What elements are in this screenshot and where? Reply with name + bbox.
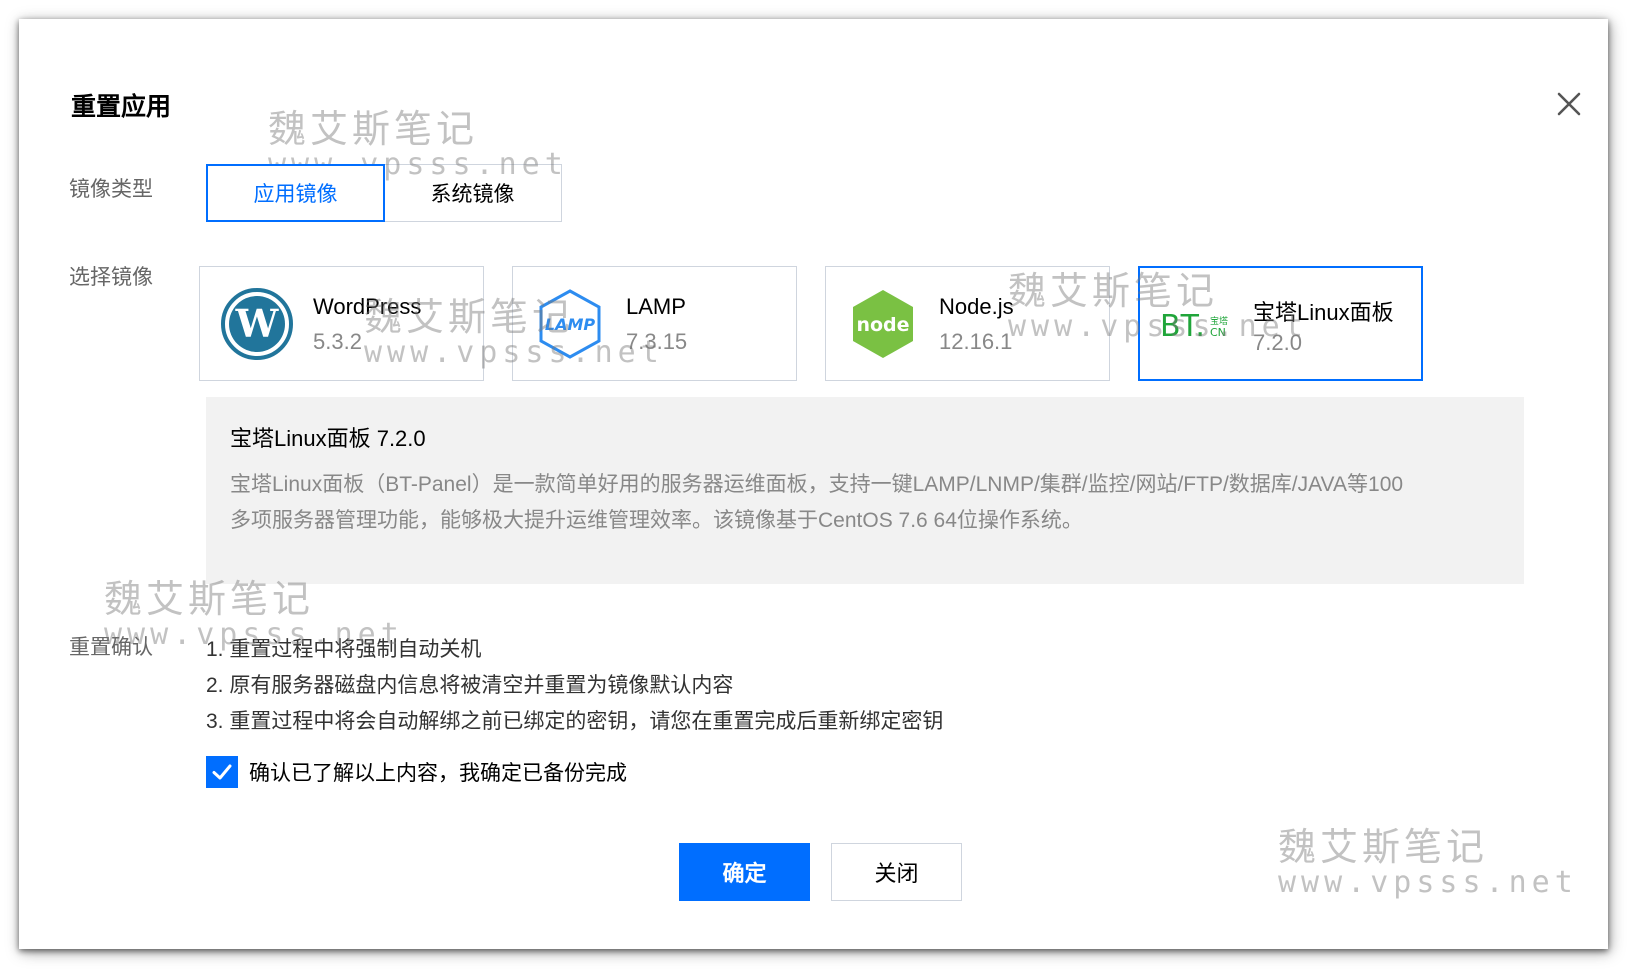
image-name: WordPress <box>313 294 422 319</box>
confirm-button[interactable]: 确定 <box>679 843 810 901</box>
description-title: 宝塔Linux面板 7.2.0 <box>230 426 426 451</box>
image-type-label: 镜像类型 <box>69 178 153 201</box>
close-icon[interactable] <box>1554 89 1584 119</box>
image-card-lamp[interactable]: LAMP LAMP 7.3.15 <box>512 266 797 381</box>
check-icon <box>212 764 232 780</box>
svg-text:BT.: BT. <box>1160 309 1205 344</box>
lamp-icon: LAMP <box>533 287 607 361</box>
reset-confirm-list: 1. 重置过程中将强制自动关机 2. 原有服务器磁盘内信息将被清空并重置为镜像默… <box>206 632 943 740</box>
list-item: 2. 原有服务器磁盘内信息将被清空并重置为镜像默认内容 <box>206 674 734 697</box>
wordpress-icon: W <box>220 287 294 361</box>
image-card-nodejs[interactable]: node Node.js 12.16.1 <box>825 266 1110 381</box>
image-version: 7.2.0 <box>1253 330 1302 355</box>
image-description-panel: 宝塔Linux面板 7.2.0 宝塔Linux面板（BT-Panel）是一款简单… <box>206 397 1524 584</box>
svg-text:CN: CN <box>1210 326 1226 339</box>
image-card-bt-panel[interactable]: BT. 宝塔 CN 宝塔Linux面板 7.2.0 <box>1138 266 1423 381</box>
image-version: 5.3.2 <box>313 329 362 354</box>
image-name: Node.js <box>939 294 1014 319</box>
list-item: 3. 重置过程中将会自动解绑之前已绑定的密钥，请您在重置完成后重新绑定密钥 <box>206 710 944 733</box>
reset-confirm-label: 重置确认 <box>69 636 153 659</box>
select-image-label: 选择镜像 <box>69 266 153 289</box>
close-button[interactable]: 关闭 <box>831 843 962 901</box>
backup-confirm-checkbox[interactable] <box>206 756 238 788</box>
svg-text:LAMP: LAMP <box>545 315 596 334</box>
image-name: 宝塔Linux面板 <box>1253 300 1394 325</box>
backup-confirm-row: 确认已了解以上内容，我确定已备份完成 <box>206 756 627 788</box>
bt-panel-icon: BT. 宝塔 CN <box>1160 288 1234 362</box>
backup-confirm-label: 确认已了解以上内容，我确定已备份完成 <box>249 762 627 785</box>
image-version: 12.16.1 <box>939 329 1013 354</box>
svg-text:node: node <box>856 314 909 336</box>
tab-system-image[interactable]: 系统镜像 <box>383 164 562 222</box>
svg-text:W: W <box>235 301 280 346</box>
nodejs-icon: node <box>846 287 920 361</box>
image-name: LAMP <box>626 294 686 319</box>
dialog-title: 重置应用 <box>71 93 172 121</box>
tab-app-image[interactable]: 应用镜像 <box>206 164 385 222</box>
list-item: 1. 重置过程中将强制自动关机 <box>206 638 482 661</box>
reset-app-dialog: 重置应用 镜像类型 应用镜像 系统镜像 选择镜像 W WordPress 5.3… <box>19 19 1608 949</box>
image-card-wordpress[interactable]: W WordPress 5.3.2 <box>199 266 484 381</box>
description-text: 宝塔Linux面板（BT-Panel）是一款简单好用的服务器运维面板，支持一键L… <box>230 473 1404 532</box>
image-version: 7.3.15 <box>626 329 688 354</box>
